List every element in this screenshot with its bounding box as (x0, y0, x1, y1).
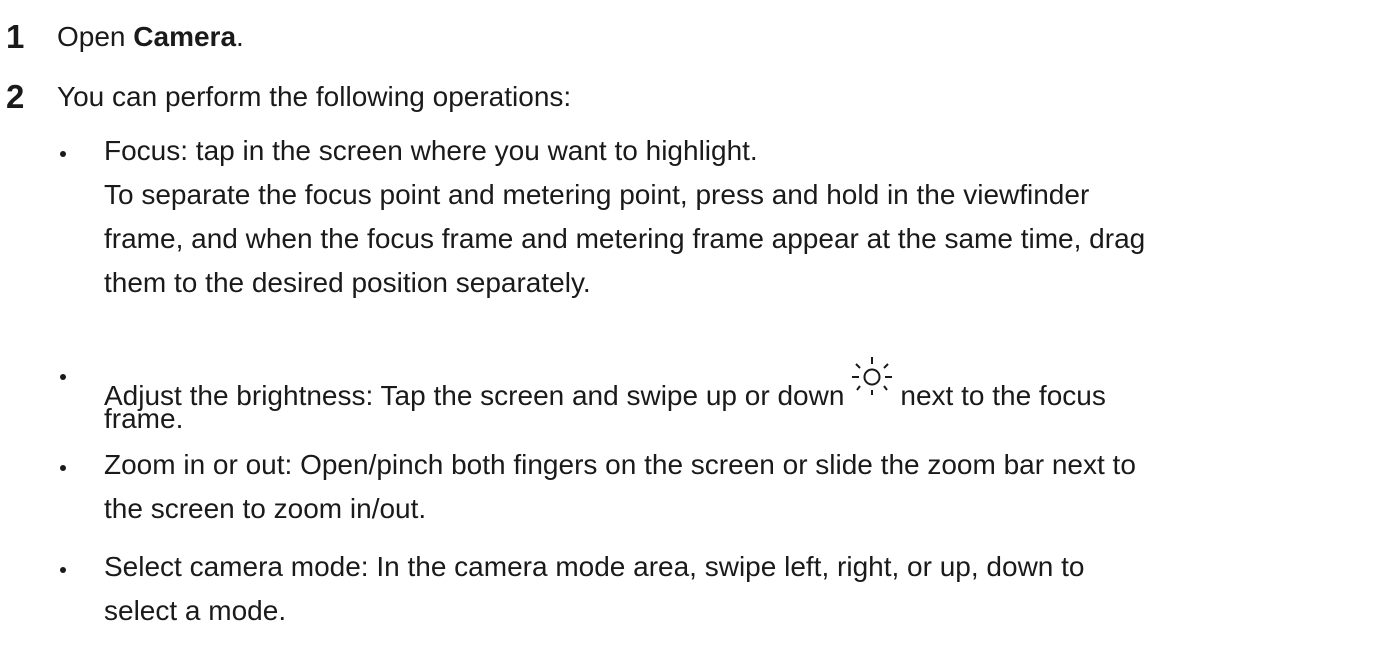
bullet-line: them to the desired position separately. (104, 267, 591, 298)
bullet-camera-mode: Select camera mode: In the camera mode a… (60, 545, 1360, 633)
bullet-line: Select camera mode: In the camera mode a… (104, 551, 1085, 582)
bullet-line: To separate the focus point and metering… (104, 179, 1090, 210)
bullet-dot (60, 465, 66, 471)
step-number: 1 (6, 18, 25, 55)
instructions-page: 1 Open Camera. 2 You can perform the fol… (0, 0, 1376, 657)
step-text-prefix: Open (57, 21, 134, 52)
bullet-zoom: Zoom in or out: Open/pinch both fingers … (60, 443, 1360, 531)
bullet-line: Zoom in or out: Open/pinch both fingers … (104, 449, 1136, 480)
bullet-text: Select camera mode: In the camera mode a… (104, 545, 1364, 633)
step-1: 1 Open Camera. (0, 9, 1376, 65)
bullet-line: select a mode. (104, 595, 287, 626)
step-text: Open Camera. (57, 9, 244, 65)
bullet-line: Adjust the brightness: Tap the screen an… (104, 353, 1364, 411)
bullet-line: Focus: tap in the screen where you want … (104, 135, 758, 166)
step-text-suffix: . (236, 21, 244, 52)
bullet-text: Focus: tap in the screen where you want … (104, 129, 1364, 305)
bullet-line: frame, and when the focus frame and mete… (104, 223, 1146, 254)
bullet-text: Zoom in or out: Open/pinch both fingers … (104, 443, 1364, 531)
step-2: 2 You can perform the following operatio… (0, 69, 1376, 125)
bullet-brightness: Adjust the brightness: Tap the screen an… (60, 339, 1360, 434)
step-text: You can perform the following operations… (57, 81, 572, 112)
bullet-focus: Focus: tap in the screen where you want … (60, 129, 1360, 309)
bullet-dot (60, 151, 66, 157)
camera-app-name: Camera (133, 21, 237, 52)
bullet-line-end: next to the focus (900, 380, 1106, 411)
bullet-text: Adjust the brightness: Tap the screen an… (104, 353, 1364, 441)
step-number: 2 (6, 78, 25, 115)
brightness-sun-icon (852, 357, 893, 395)
bullet-line: the screen to zoom in/out. (104, 493, 427, 524)
bullet-dot (60, 567, 66, 573)
bullet-dot (60, 374, 66, 380)
bullet-line-start: Adjust the brightness: Tap the screen an… (104, 380, 845, 411)
